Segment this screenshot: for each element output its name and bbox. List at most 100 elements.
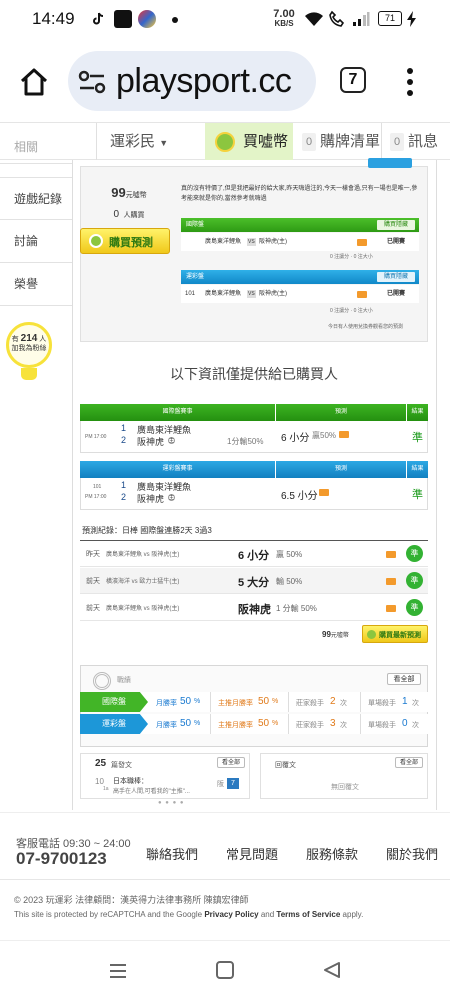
post-reply-count: 10 xyxy=(95,777,104,786)
sidebar-item-related[interactable]: 相關 xyxy=(0,140,72,164)
lottery-col-result: 結果 xyxy=(407,461,428,478)
footer-link-faq[interactable]: 常見問題 xyxy=(226,844,278,863)
monthly-win-value: 50 xyxy=(180,696,192,707)
buy-prediction-button[interactable]: 購買預測 xyxy=(80,228,170,254)
tab-switcher-button[interactable]: 7 xyxy=(340,67,366,93)
record-price-value: 99 xyxy=(322,630,331,639)
post-badge: 7 xyxy=(227,778,239,789)
team-number: 2 xyxy=(121,435,127,445)
posts-see-all-button[interactable]: 看全部 xyxy=(217,757,245,768)
net-speed-unit: KB/S xyxy=(274,19,294,28)
intl-buy-hidden-button[interactable]: 購買隱藏 xyxy=(377,220,415,230)
intl-col-pick: 預測 xyxy=(276,404,406,421)
home-nav-icon[interactable] xyxy=(216,961,234,979)
privacy-policy-link[interactable]: Privacy Policy xyxy=(204,910,258,919)
recaptcha-and: and xyxy=(260,910,275,919)
post-excerpt: 高手在人間,可看我的"主推"... xyxy=(113,789,190,795)
main-pick-tag-icon xyxy=(386,605,396,612)
vs-badge: VS xyxy=(247,290,256,298)
lottery-note: 0 注讓分 · 0 注大小 xyxy=(330,308,373,314)
record-match: 廣島東洋鯉魚 vs 阪神虎(主) xyxy=(106,606,180,612)
record-list: 昨天 廣島東洋鯉魚 vs 阪神虎(主) 6 小分贏 50% 準前天 橫濱海洋 vs 歐力… xyxy=(80,540,428,621)
record-day: 昨天 xyxy=(86,551,100,558)
back-icon[interactable] xyxy=(322,960,342,985)
post-title[interactable]: 日本職棒： xyxy=(113,776,148,786)
intl-note: 0 注讓分 · 0 注大小 xyxy=(330,254,373,260)
stats-see-all-button[interactable]: 看全部 xyxy=(387,673,421,685)
nav-cart[interactable]: 0 購牌清單 xyxy=(302,123,380,160)
pick-value: 6 小分 xyxy=(281,433,310,444)
posts-card: 25 篇發文 看全部 10 1a 日本職棒： 高手在人間,可看我的"主推"...… xyxy=(80,753,250,799)
fans-bulb[interactable]: 有 214 人 加我為粉絲 xyxy=(6,322,56,388)
call-icon xyxy=(328,10,346,33)
nav-messages[interactable]: 0 訊息 xyxy=(390,123,438,160)
nav-user-menu[interactable]: 運彩民 ▼ xyxy=(110,123,168,160)
buy-latest-label: 購買最新預測 xyxy=(379,632,421,639)
pick-rate: 贏50% xyxy=(312,431,337,440)
game-number: 101 xyxy=(93,484,102,490)
overflow-menu-icon[interactable] xyxy=(404,66,416,98)
recent-apps-icon[interactable] xyxy=(108,961,128,986)
coin-icon xyxy=(89,234,103,248)
times-unit: 次 xyxy=(340,722,347,729)
monthly-win-value: 50 xyxy=(180,718,192,729)
game-notification-icon xyxy=(138,10,156,28)
record-pick: 阪神虎 xyxy=(238,604,271,616)
system-nav-bar xyxy=(0,940,450,1000)
lottery-result-table: 運彩盤賽事 預測 結果 101 PM 17:00 1 廣島東洋鯉魚 2 阪神虎 … xyxy=(80,461,428,510)
monthly-win-label: 月勝率 xyxy=(156,722,177,729)
sidebar-item-game-record[interactable]: 遊戲紀錄 xyxy=(0,177,72,220)
replies-see-all-button[interactable]: 看全部 xyxy=(395,757,423,768)
game-time: PM 17:00 xyxy=(85,494,107,500)
buyers-unit: 人購買 xyxy=(123,212,145,219)
bulb-suffix: 人 xyxy=(39,336,47,343)
stats-divider xyxy=(360,714,361,734)
nav-divider xyxy=(381,123,382,160)
footer-link-terms[interactable]: 服務條款 xyxy=(306,844,358,863)
sidebar-item-honor[interactable]: 榮譽 xyxy=(0,263,72,306)
team-b: 阪神虎(主) xyxy=(259,291,287,297)
team-number: 1 xyxy=(121,423,127,433)
footer-link-about[interactable]: 關於我們 xyxy=(386,844,438,863)
phone-number[interactable]: 07-9700123 xyxy=(16,849,107,869)
times-unit: 次 xyxy=(340,700,347,707)
stats-divider xyxy=(288,692,289,712)
lottery-game-row: 101 廣島東洋鯉魚 VS 阪神虎(主) 已開賽 xyxy=(181,285,419,303)
game-time: PM 17:00 xyxy=(85,434,107,440)
game-status: 已開賽 xyxy=(387,239,406,245)
site-settings-icon[interactable] xyxy=(78,70,106,99)
sidebar-item-discussion[interactable]: 討論 xyxy=(0,220,72,263)
buy-latest-button[interactable]: 購買最新預測 xyxy=(362,625,428,643)
stats-divider xyxy=(360,692,361,712)
lottery-buy-hidden-button[interactable]: 購買隱藏 xyxy=(377,272,415,282)
price-block: 99元噓幣 xyxy=(80,184,178,202)
more-notifications-icon xyxy=(172,17,178,23)
stats-label: 運彩盤 xyxy=(80,714,148,734)
terms-of-service-link[interactable]: Terms of Service xyxy=(276,910,340,919)
prediction-description: 真的沒有特價了,但是我把最好的給大家,昨天嗨過注的,今天一樣會過,只有一場也是唯… xyxy=(181,186,418,202)
stats-row-lottery: 運彩盤 月勝率 50% 主推月勝率 50% 莊家殺手 3 次單場殺手 0 次 xyxy=(80,714,428,734)
browser-toolbar: playsport.cc 7 xyxy=(0,40,450,122)
left-sidebar: 相關 遊戲紀錄 討論 榮譽 有 214 人 加我為粉絲 xyxy=(0,140,72,810)
percent-sign: % xyxy=(194,698,201,705)
status-time: 14:49 xyxy=(32,9,75,28)
buy-coins-button[interactable]: 買噓幣 xyxy=(205,123,293,160)
tiktok-icon xyxy=(90,11,106,27)
pick-value: 6.5 小分 xyxy=(281,491,318,502)
no-replies-text: 無回覆文 xyxy=(331,784,359,791)
home-icon[interactable] xyxy=(18,66,50,98)
dealer-killer-value: 2 xyxy=(330,696,336,707)
bulb-base-icon xyxy=(21,368,37,380)
footer-link-contact[interactable]: 聯絡我們 xyxy=(146,844,198,863)
main-pick-tag-icon xyxy=(386,551,396,558)
single-killer-label: 單場殺手 xyxy=(368,700,396,707)
record-detail: 1 分輸 50% xyxy=(276,604,317,613)
stats-title: 戰績 xyxy=(117,677,131,684)
team-a: 廣島東洋鯉魚 xyxy=(205,239,242,245)
url-text[interactable]: playsport.cc xyxy=(116,62,292,101)
percent-sign: % xyxy=(194,720,201,727)
footer-divider xyxy=(0,879,450,880)
result-mark: 準 xyxy=(412,432,423,444)
net-speed-value: 7.00 xyxy=(273,8,295,20)
team-number: 2 xyxy=(121,492,127,502)
